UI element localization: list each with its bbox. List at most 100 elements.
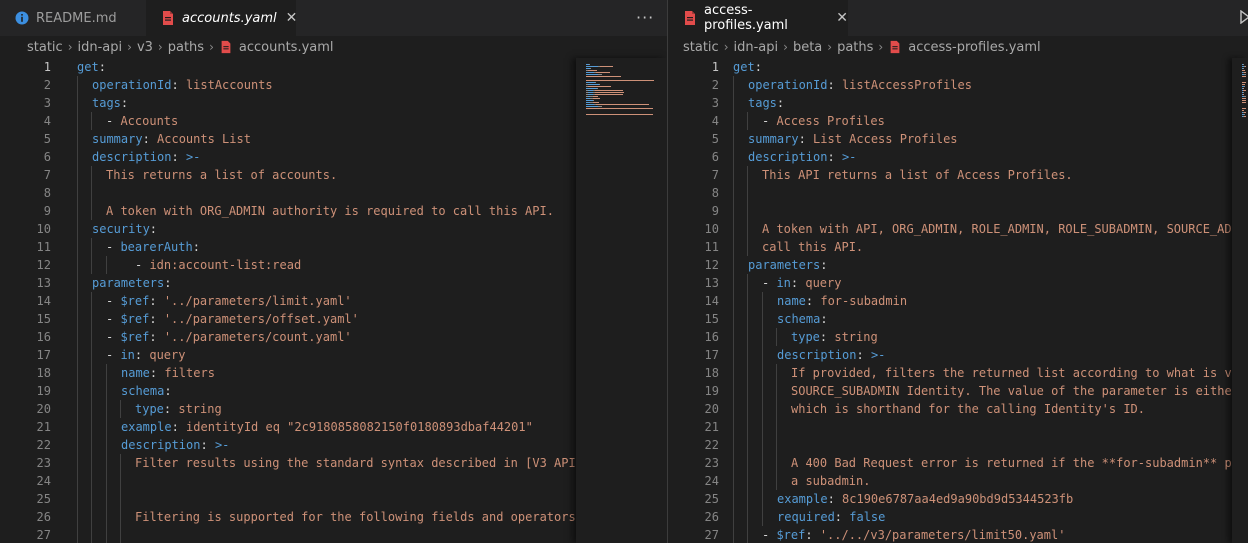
code-line[interactable]: 27 - $ref: '../../v3/parameters/limit50.y… bbox=[668, 526, 1248, 543]
code-line[interactable]: 13 parameters: bbox=[0, 274, 667, 292]
code-line[interactable]: 24 bbox=[0, 472, 667, 490]
code-line[interactable]: 16 - $ref: '../parameters/count.yaml' bbox=[0, 328, 667, 346]
code-line[interactable]: 9 A token with ORG_ADMIN authority is req… bbox=[0, 202, 667, 220]
tab-accounts-yaml[interactable]: accounts.yaml ✕ bbox=[146, 0, 298, 36]
code-line[interactable]: 27 bbox=[0, 526, 667, 543]
code-line[interactable]: 4 - Access Profiles bbox=[668, 112, 1248, 130]
code-line[interactable]: 13 - in: query bbox=[668, 274, 1248, 292]
code-line[interactable]: 7 This API returns a list of Access Profi… bbox=[668, 166, 1248, 184]
breadcrumb-item[interactable]: paths bbox=[168, 40, 204, 55]
code-line[interactable]: 24 a subadmin. bbox=[668, 472, 1248, 490]
code-line[interactable]: 1 get: bbox=[668, 58, 1248, 76]
minimap-line bbox=[594, 82, 596, 83]
code-line[interactable]: 19 SOURCE_SUBADMIN Identity. The value of… bbox=[668, 382, 1248, 400]
minimap-line bbox=[586, 114, 654, 115]
code-line[interactable]: 5 summary: Accounts List bbox=[0, 130, 667, 148]
code-line[interactable]: 25 bbox=[0, 490, 667, 508]
breadcrumb-item[interactable]: beta bbox=[793, 40, 822, 55]
yaml-key: operationId bbox=[92, 78, 172, 92]
indent-guide bbox=[747, 508, 748, 526]
breadcrumb-item[interactable]: idn-api bbox=[78, 40, 123, 55]
yaml-key: parameters bbox=[92, 276, 165, 290]
yaml-value: This returns a list of accounts. bbox=[106, 168, 338, 182]
code-line[interactable]: 2 operationId: listAccessProfiles bbox=[668, 76, 1248, 94]
code-line[interactable]: 9 bbox=[668, 202, 1248, 220]
code-line[interactable]: 15 - $ref: '../parameters/offset.yaml' bbox=[0, 310, 667, 328]
indent-guide bbox=[733, 490, 734, 508]
indent-guide bbox=[91, 526, 92, 543]
line-number: 14 bbox=[704, 294, 719, 308]
breadcrumb-item[interactable]: paths bbox=[837, 40, 873, 55]
line-number: 27 bbox=[704, 528, 719, 542]
code-line[interactable]: 19 schema: bbox=[0, 382, 667, 400]
code-line[interactable]: 18 If provided, filters the returned list… bbox=[668, 364, 1248, 382]
code-line[interactable]: 11 - bearerAuth: bbox=[0, 238, 667, 256]
code-line[interactable]: 3 tags: bbox=[668, 94, 1248, 112]
code-line[interactable]: 10 security: bbox=[0, 220, 667, 238]
indent-guide bbox=[77, 310, 78, 328]
indent-guide bbox=[747, 220, 748, 238]
indent-guide bbox=[91, 472, 92, 490]
code-line[interactable]: 7 This returns a list of accounts. bbox=[0, 166, 667, 184]
yaml-punctuation: - bbox=[106, 114, 121, 128]
minimap[interactable] bbox=[1232, 58, 1248, 543]
code-line[interactable]: 23 Filter results using the standard synt… bbox=[0, 454, 667, 472]
code-line[interactable]: 6 description: >- bbox=[668, 148, 1248, 166]
code-line[interactable]: 16 type: string bbox=[668, 328, 1248, 346]
code-line[interactable]: 20 which is shorthand for the calling Ide… bbox=[668, 400, 1248, 418]
code-line[interactable]: 21 bbox=[668, 418, 1248, 436]
code-line[interactable]: 8 bbox=[0, 184, 667, 202]
code-line[interactable]: 12 parameters: bbox=[668, 256, 1248, 274]
tab-readme[interactable]: README.md bbox=[0, 0, 146, 36]
code-line[interactable]: 22 bbox=[668, 436, 1248, 454]
code-line[interactable]: 14 name: for-subadmin bbox=[668, 292, 1248, 310]
code-line[interactable]: 12 - idn:account-list:read bbox=[0, 256, 667, 274]
tab-access-profiles-yaml[interactable]: access-profiles.yaml ✕ bbox=[668, 0, 848, 36]
code-line[interactable]: 15 schema: bbox=[668, 310, 1248, 328]
code-line[interactable]: 4 - Accounts bbox=[0, 112, 667, 130]
code-line[interactable]: 18 name: filters bbox=[0, 364, 667, 382]
yaml-punctuation: >- bbox=[185, 150, 201, 164]
code-line[interactable]: 8 bbox=[668, 184, 1248, 202]
code-line[interactable]: 17 description: >- bbox=[668, 346, 1248, 364]
code-line[interactable]: 23 A 400 Bad Request error is returned if… bbox=[668, 454, 1248, 472]
code-line[interactable]: 21 example: identityId eq "2c918085808215… bbox=[0, 418, 667, 436]
chevron-right-icon: › bbox=[209, 40, 214, 54]
code-line[interactable]: 26 required: false bbox=[668, 508, 1248, 526]
yaml-punctuation: : bbox=[149, 312, 164, 326]
code-line[interactable]: 1 get: bbox=[0, 58, 667, 76]
code-text: example: identityId eq "2c9180858082150f… bbox=[121, 418, 533, 436]
code-line[interactable]: 5 summary: List Access Profiles bbox=[668, 130, 1248, 148]
code-line[interactable]: 26 Filtering is supported for the followi… bbox=[0, 508, 667, 526]
yaml-punctuation: : bbox=[149, 330, 164, 344]
breadcrumb-item[interactable]: v3 bbox=[137, 40, 153, 55]
yaml-key: example bbox=[777, 492, 828, 506]
minimap[interactable] bbox=[576, 58, 667, 543]
code-line[interactable]: 22 description: >- bbox=[0, 436, 667, 454]
minimap-line bbox=[1244, 114, 1245, 115]
run-icon[interactable] bbox=[1240, 10, 1248, 24]
code-line[interactable]: 25 example: 8c190e6787aa4ed9a90bd9d534452… bbox=[668, 490, 1248, 508]
breadcrumb-item[interactable]: accounts.yaml bbox=[239, 40, 334, 55]
code-line[interactable]: 6 description: >- bbox=[0, 148, 667, 166]
more-actions-icon[interactable]: ··· bbox=[636, 8, 654, 27]
code-text: operationId: listAccounts bbox=[92, 76, 273, 94]
breadcrumb-item[interactable]: static bbox=[683, 40, 719, 55]
close-icon[interactable]: ✕ bbox=[286, 10, 298, 26]
yaml-key: description bbox=[121, 438, 201, 452]
code-line[interactable]: 11 call this API. bbox=[668, 238, 1248, 256]
code-editor[interactable]: 1 get: 2 operationId: listAccounts 3 tags: 4 - … bbox=[0, 58, 667, 543]
code-line[interactable]: 14 - $ref: '../parameters/limit.yaml' bbox=[0, 292, 667, 310]
breadcrumb-item[interactable]: static bbox=[27, 40, 63, 55]
code-line[interactable]: 3 tags: bbox=[0, 94, 667, 112]
code-line[interactable]: 10 A token with API, ORG_ADMIN, ROLE_ADMI… bbox=[668, 220, 1248, 238]
code-line[interactable]: 20 type: string bbox=[0, 400, 667, 418]
code-line[interactable]: 17 - in: query bbox=[0, 346, 667, 364]
line-number: 8 bbox=[711, 186, 719, 200]
minimap-line bbox=[1243, 88, 1245, 89]
code-line[interactable]: 2 operationId: listAccounts bbox=[0, 76, 667, 94]
close-icon[interactable]: ✕ bbox=[836, 10, 848, 26]
code-editor[interactable]: 1 get: 2 operationId: listAccessProfiles 3 ta… bbox=[668, 58, 1248, 543]
breadcrumb-item[interactable]: access-profiles.yaml bbox=[908, 40, 1040, 55]
breadcrumb-item[interactable]: idn-api bbox=[734, 40, 779, 55]
